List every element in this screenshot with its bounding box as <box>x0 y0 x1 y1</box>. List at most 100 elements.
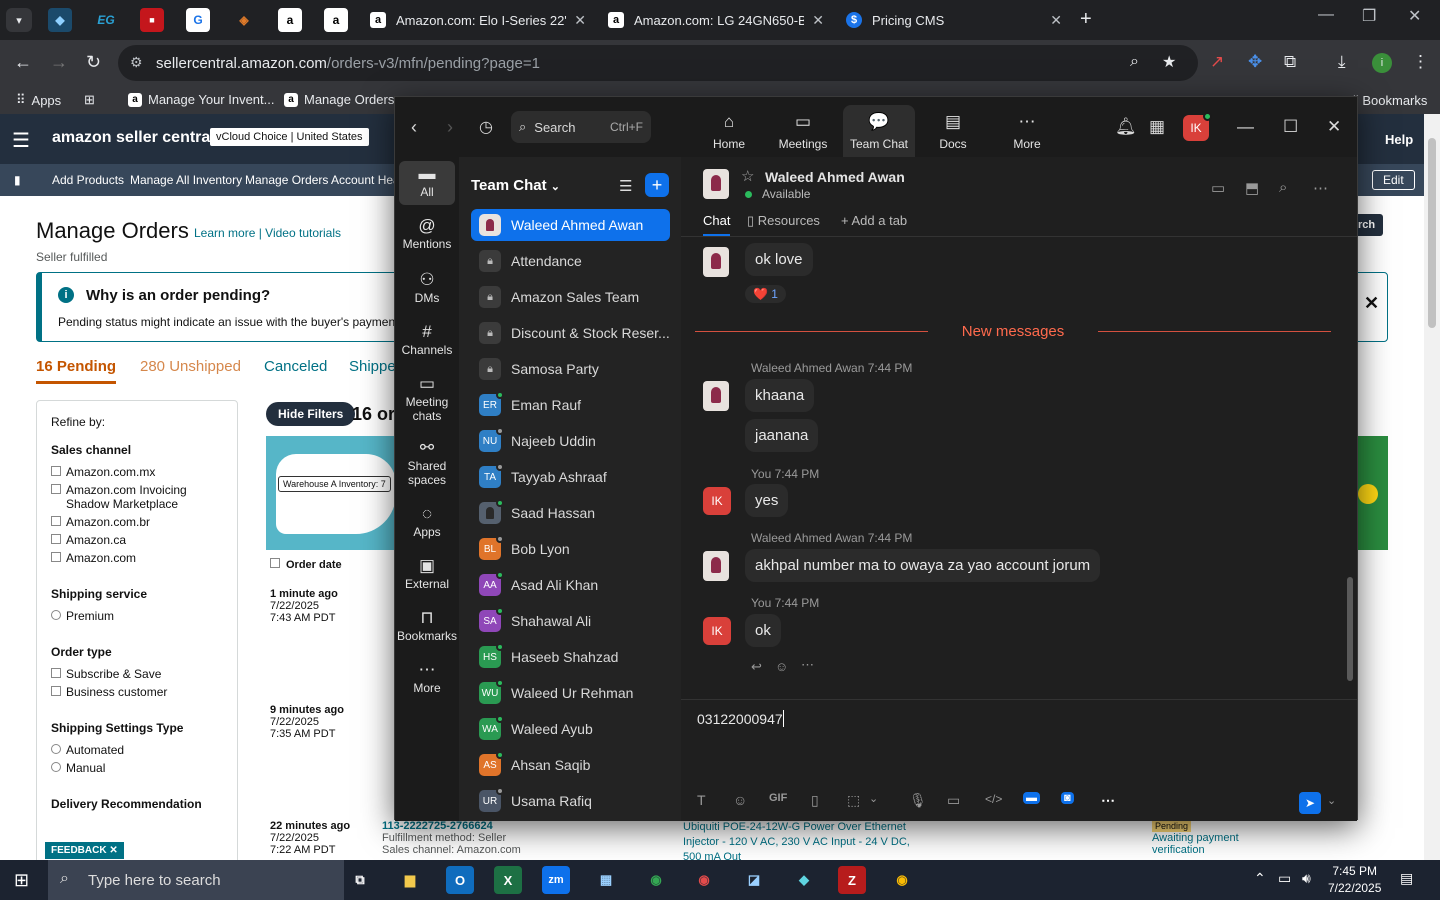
close-tab-icon[interactable]: ✕ <box>1050 12 1062 29</box>
checkbox[interactable] <box>51 466 61 476</box>
tab-amazon-elo[interactable]: a Amazon.com: Elo I-Series 22" To ✕ <box>360 4 596 36</box>
filter-option[interactable]: Amazon.ca <box>51 533 223 547</box>
bookmark-nav-icon[interactable]: ▮ <box>14 173 21 187</box>
checkbox[interactable] <box>51 484 61 494</box>
contact-item[interactable]: BL Bob Lyon <box>471 533 670 565</box>
reply-icon[interactable]: ↩ <box>751 659 762 675</box>
checkbox[interactable] <box>51 534 61 544</box>
more-options-icon[interactable]: ⋯ <box>1313 179 1328 197</box>
message-bubble[interactable]: khaana <box>745 379 815 412</box>
page-scrollbar[interactable] <box>1424 114 1440 860</box>
tab-shipped[interactable]: Shippe <box>349 358 396 375</box>
reload-icon[interactable]: ↻ <box>86 52 101 73</box>
filter-option[interactable]: Manual <box>51 761 223 775</box>
order-id-link[interactable]: 113-2222725-2766624 <box>382 820 521 832</box>
profile-avatar[interactable]: i <box>1372 53 1392 73</box>
checkbox[interactable] <box>51 686 61 696</box>
video-call-icon[interactable]: ▭ <box>1211 179 1225 197</box>
forward-icon[interactable]: › <box>447 117 453 138</box>
pinned-tab-g[interactable]: G <box>186 8 210 32</box>
tab-home[interactable]: ⌂ Home <box>693 105 765 157</box>
volume-icon[interactable]: 🔊︎ <box>1302 870 1311 887</box>
extension-blue-icon[interactable]: ✥ <box>1248 52 1262 72</box>
filter-icon[interactable]: ☰ <box>619 177 632 195</box>
restore-icon[interactable]: ❐ <box>1362 6 1376 26</box>
code-icon[interactable]: </> <box>985 792 1002 806</box>
contact-item[interactable]: WA Waleed Ayub <box>471 713 670 745</box>
rail-bookmarks[interactable]: ⊓ Bookmarks <box>397 609 457 643</box>
extensions-puzzle-icon[interactable]: ⧉ <box>1284 52 1296 72</box>
filter-option[interactable]: Amazon.com <box>51 551 223 565</box>
my-message-avatar[interactable]: IK <box>703 487 731 515</box>
nav-manage-inventory[interactable]: Manage All Inventory <box>130 173 242 187</box>
microphone-icon[interactable]: 🎙︎ <box>909 792 927 809</box>
contact-item[interactable]: TA Tayyab Ashraaf <box>471 461 670 493</box>
network-icon[interactable]: ▭ <box>1278 870 1291 887</box>
bookmark-manage-orders[interactable]: a Manage Orders <box>284 92 394 107</box>
pinned-tab-amazon[interactable]: a <box>324 8 348 32</box>
rail-more[interactable]: ⋯ More <box>399 661 455 695</box>
tab-team-chat[interactable]: 💬 Team Chat <box>843 105 915 157</box>
tab-amazon-lg[interactable]: a Amazon.com: LG 24GN650-B Ul ✕ <box>598 4 834 36</box>
contact-item[interactable]: AS Ahsan Saqib <box>471 749 670 781</box>
extension-arrow-icon[interactable]: ↗ <box>1210 52 1224 72</box>
chat-list-title[interactable]: Team Chat ⌄ <box>471 177 560 194</box>
pinned-tab-eg[interactable]: EG <box>94 8 118 32</box>
contact-item[interactable]: 🔒︎ Attendance <box>471 245 670 277</box>
contact-item[interactable]: AA Asad Ali Khan <box>471 569 670 601</box>
app-icon-2[interactable]: ◆ <box>790 866 818 894</box>
message-bubble[interactable]: ok <box>745 614 781 647</box>
message-composer[interactable]: 03122000947 T ☺ GIF ▯ ⬚ ⌄ 🎙︎ ▭ </> ▬ ◙ ⋯… <box>681 699 1357 821</box>
message-bubble[interactable]: ok love <box>745 243 813 276</box>
app-blue-icon-2[interactable]: ◙ <box>1061 792 1074 804</box>
reaction-badge[interactable]: ❤️ 1 <box>745 285 786 303</box>
rail-shared-spaces[interactable]: ⚯ Shared spaces <box>399 439 455 487</box>
contact-item[interactable]: HS Haseeb Shahzad <box>471 641 670 673</box>
more-actions-icon[interactable]: ⋯ <box>801 657 814 673</box>
table-row[interactable]: 22 minutes ago 7/22/2025 7:22 AM PDT <box>270 820 350 856</box>
bookmark-manage-inventory[interactable]: a Manage Your Invent... <box>128 92 274 107</box>
tab-canceled[interactable]: Canceled <box>264 358 327 375</box>
tab-unshipped[interactable]: 280 Unshipped <box>140 358 241 375</box>
message-scrollbar[interactable] <box>1347 237 1353 681</box>
tab-more[interactable]: ⋯ More <box>991 105 1063 157</box>
system-clock[interactable]: 7:45 PM 7/22/2025 <box>1328 863 1381 897</box>
file-icon[interactable]: ▯ <box>811 792 819 809</box>
format-text-icon[interactable]: T <box>697 792 706 808</box>
hide-filters-button[interactable]: Hide Filters <box>266 402 356 426</box>
notifications-icon[interactable]: ▤ <box>1400 870 1413 887</box>
site-info-icon[interactable]: ⚙ <box>130 54 143 71</box>
minimize-icon[interactable]: — <box>1318 6 1334 24</box>
store-selector[interactable]: vCloud Choice | United States <box>210 128 369 146</box>
filter-option[interactable]: Amazon.com.mx <box>51 465 223 479</box>
scrollbar-thumb[interactable] <box>1347 577 1353 681</box>
chat-contact-name[interactable]: Waleed Ahmed Awan <box>765 169 905 185</box>
rail-dms[interactable]: ⚇ DMs <box>399 271 455 305</box>
pinned-tab-1[interactable]: ◆ <box>48 8 72 32</box>
edit-nav-button[interactable]: Edit <box>1372 170 1415 190</box>
pinned-tab-amazon-active[interactable]: a <box>278 8 302 32</box>
hamburger-menu-icon[interactable]: ☰ <box>12 128 30 153</box>
send-button[interactable]: ➤ <box>1299 792 1321 814</box>
history-icon[interactable]: ◷ <box>479 117 493 137</box>
sender-avatar[interactable] <box>703 381 729 411</box>
radio[interactable] <box>51 744 61 754</box>
app-icon[interactable]: ◪ <box>740 866 768 894</box>
feedback-button[interactable]: FEEDBACK ✕ <box>45 842 124 859</box>
grid-icon[interactable]: ⊞ <box>84 92 95 108</box>
close-banner-icon[interactable]: ✕ <box>1364 293 1379 314</box>
minimize-icon[interactable]: — <box>1237 117 1254 137</box>
rail-mentions[interactable]: @ Mentions <box>399 217 455 251</box>
filter-option[interactable]: Subscribe & Save <box>51 667 223 681</box>
sender-avatar[interactable] <box>703 551 729 581</box>
zoom-app-icon[interactable]: zm <box>542 866 570 894</box>
outlook-icon[interactable]: O <box>446 866 474 894</box>
filter-option[interactable]: Automated <box>51 743 223 757</box>
bookmark-apps[interactable]: ⠿ Apps <box>16 92 61 108</box>
chrome-icon[interactable]: ◉ <box>642 866 670 894</box>
my-avatar[interactable]: IK <box>1183 112 1212 141</box>
close-tab-icon[interactable]: ✕ <box>574 12 586 29</box>
promo-button[interactable] <box>1358 484 1378 504</box>
taskbar-search-input[interactable]: ⌕ Type here to search <box>48 860 344 900</box>
checkbox[interactable] <box>51 516 61 526</box>
